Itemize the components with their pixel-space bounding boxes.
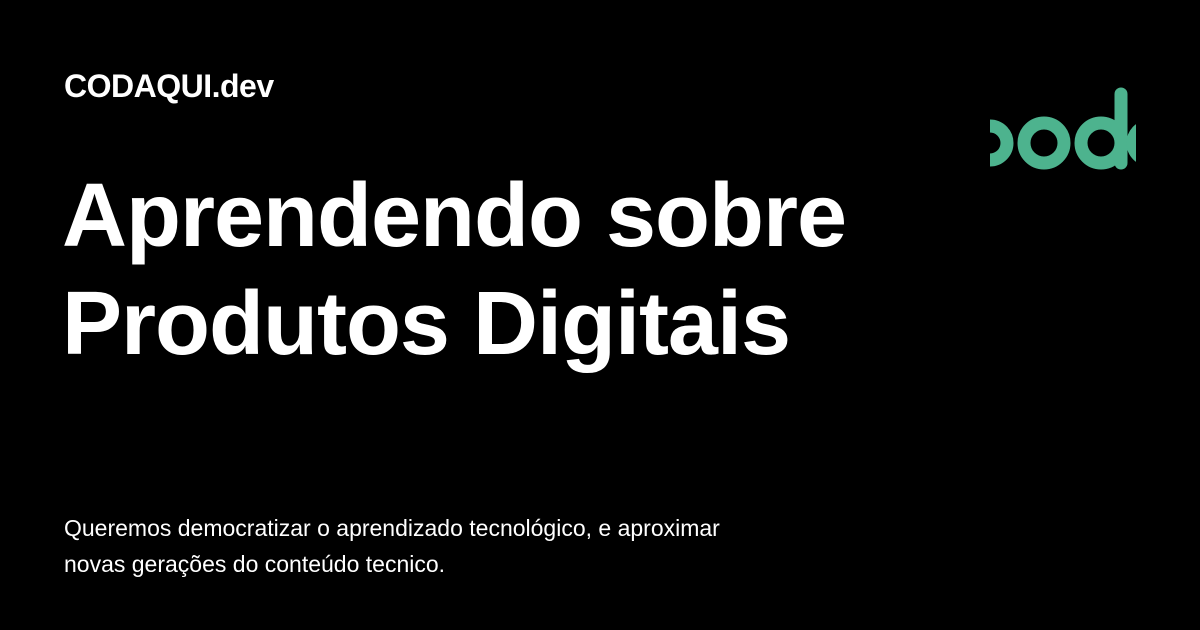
page-description: Queremos democratizar o aprendizado tecn… (64, 510, 824, 582)
page-title: Aprendendo sobre Produtos Digitais (62, 162, 922, 378)
codaqui-logo-icon (990, 84, 1136, 176)
social-card: CODAQUI.dev Aprendendo sobre Produtos Di… (0, 0, 1200, 630)
page-title-line-1: Aprendendo sobre (62, 166, 847, 266)
page-title-line-2: Produtos Digitais (62, 274, 791, 374)
site-name: CODAQUI.dev (64, 68, 274, 104)
page-description-line-2: novas gerações do conteúdo tecnico. (64, 551, 446, 577)
page-description-line-1: Queremos democratizar o aprendizado tecn… (64, 515, 720, 541)
